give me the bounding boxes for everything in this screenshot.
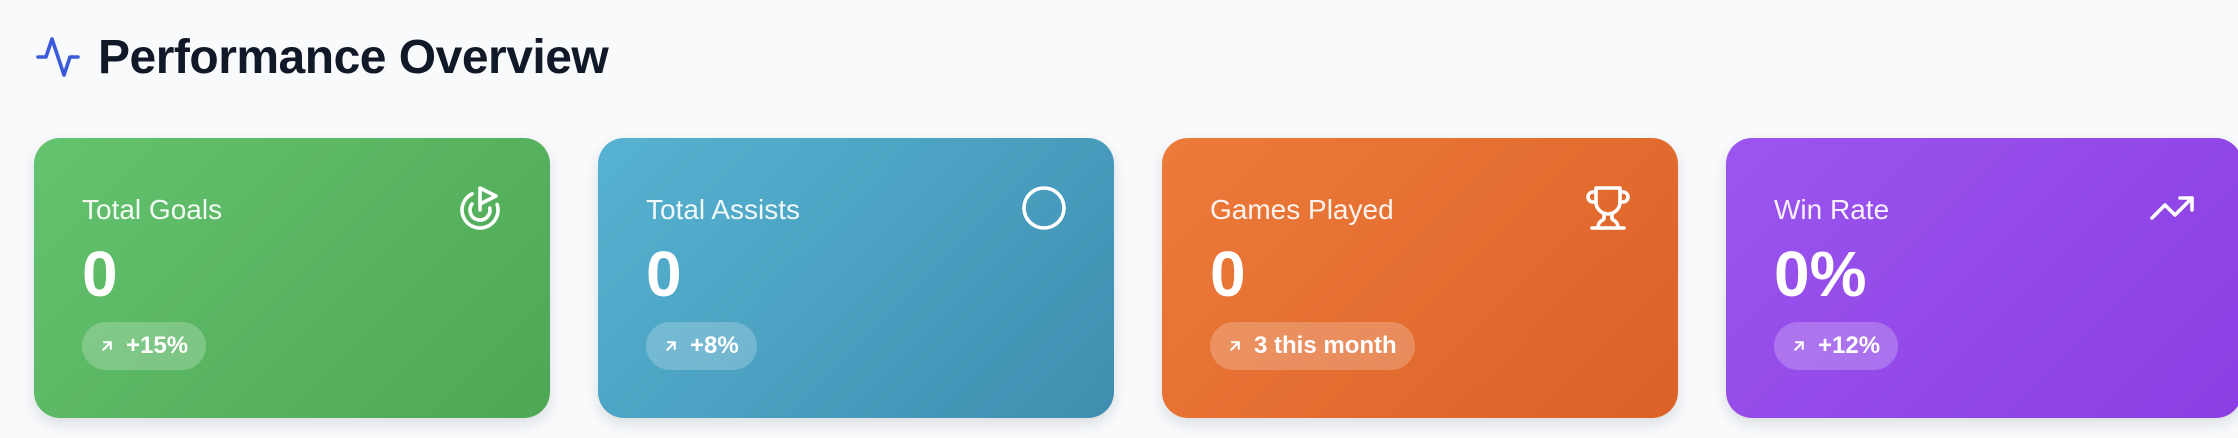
stat-change-text: +8% bbox=[690, 332, 739, 359]
stat-card-label: Total Goals bbox=[82, 194, 223, 225]
stat-card-games-played: Games Played 0 3 this month bbox=[1162, 138, 1678, 418]
section-header: Performance Overview bbox=[34, 0, 2238, 114]
arrow-up-right-icon bbox=[1226, 337, 1244, 355]
stat-change-badge: +15% bbox=[82, 322, 207, 370]
stat-cards: Total Goals 0 +15% Total Assists 0 +8% G… bbox=[34, 138, 2238, 418]
stat-card-total-assists: Total Assists 0 +8% bbox=[598, 138, 1114, 418]
stat-card-label: Total Assists bbox=[646, 194, 801, 225]
arrow-up-right-icon bbox=[1790, 337, 1808, 355]
performance-overview-section: Performance Overview Total Goals 0 +15% bbox=[0, 0, 2238, 438]
stat-change-text: +15% bbox=[126, 332, 189, 359]
activity-icon bbox=[34, 33, 82, 81]
stat-card-label: Games Played bbox=[1210, 194, 1394, 225]
stat-change-text: +12% bbox=[1818, 332, 1881, 359]
stat-card-value: 0 bbox=[1210, 238, 1246, 310]
stat-card-value: 0% bbox=[1774, 238, 1867, 310]
circle-icon bbox=[1020, 184, 1068, 232]
trending-up-icon bbox=[2148, 184, 2196, 232]
target-goal-icon bbox=[456, 184, 504, 232]
stat-card-value: 0 bbox=[646, 238, 682, 310]
stat-card-label: Win Rate bbox=[1774, 194, 1890, 225]
stat-change-badge: +12% bbox=[1774, 322, 1899, 370]
stat-card-win-rate: Win Rate 0% +12% bbox=[1726, 138, 2238, 418]
stat-card-total-goals: Total Goals 0 +15% bbox=[34, 138, 550, 418]
stat-change-badge: +8% bbox=[646, 322, 757, 370]
stat-card-value: 0 bbox=[82, 238, 118, 310]
arrow-up-right-icon bbox=[662, 337, 680, 355]
arrow-up-right-icon bbox=[98, 337, 116, 355]
trophy-icon bbox=[1584, 184, 1632, 232]
page-title: Performance Overview bbox=[98, 30, 609, 84]
stat-change-badge: 3 this month bbox=[1210, 322, 1415, 370]
stat-change-text: 3 this month bbox=[1254, 332, 1397, 359]
